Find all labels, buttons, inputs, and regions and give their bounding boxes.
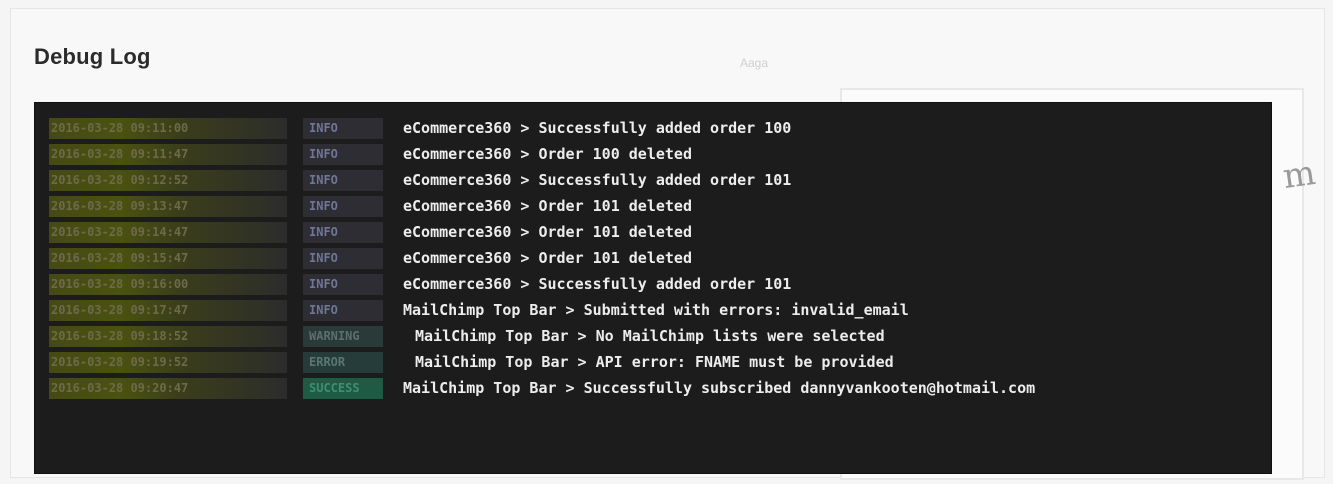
debug-log-title: Debug Log: [34, 44, 151, 69]
log-timestamp: 2016-03-28 09:11:00: [49, 118, 287, 139]
debug-log-console[interactable]: 2016-03-28 09:11:00 INFO eCommerce360 > Su…: [34, 102, 1272, 474]
log-message: MailChimp Top Bar > No MailChimp lists w…: [415, 327, 885, 345]
log-entry: 2016-03-28 09:11:00 INFO eCommerce360 > Su…: [35, 115, 1271, 141]
log-timestamp: 2016-03-28 09:18:52: [49, 326, 287, 347]
log-entry: 2016-03-28 09:15:47 INFO eCommerce360 > Or…: [35, 245, 1271, 271]
log-timestamp: 2016-03-28 09:13:47: [49, 196, 287, 217]
log-message: eCommerce360 > Order 101 deleted: [403, 249, 692, 267]
log-level-badge: INFO: [303, 222, 383, 243]
log-timestamp: 2016-03-28 09:11:47: [49, 144, 287, 165]
log-message: MailChimp Top Bar > API error: FNAME mus…: [415, 353, 894, 371]
log-entry: 2016-03-28 09:13:47 INFO eCommerce360 > Or…: [35, 193, 1271, 219]
log-message: eCommerce360 > Successfully added order …: [403, 275, 792, 293]
log-entry: 2016-03-28 09:16:00 INFO eCommerce360 > Su…: [35, 271, 1271, 297]
log-entry: 2016-03-28 09:18:52 WARNING MailChimp Top …: [35, 323, 1271, 349]
log-message: eCommerce360 > Successfully added order …: [403, 119, 792, 137]
log-timestamp: 2016-03-28 09:20:47: [49, 378, 287, 399]
log-level-badge: INFO: [303, 144, 383, 165]
log-timestamp: 2016-03-28 09:16:00: [49, 274, 287, 295]
background-side-glyph: m: [1280, 152, 1318, 198]
log-level-badge: INFO: [303, 170, 383, 191]
log-entry: 2016-03-28 09:20:47 SUCCESS MailChimp Top …: [35, 375, 1271, 401]
log-message: eCommerce360 > Successfully added order …: [403, 171, 792, 189]
log-message: MailChimp Top Bar > Successfully subscri…: [403, 379, 1036, 397]
log-message: eCommerce360 > Order 100 deleted: [403, 145, 692, 163]
log-level-badge: INFO: [303, 300, 383, 321]
log-timestamp: 2016-03-28 09:12:52: [49, 170, 287, 191]
log-timestamp: 2016-03-28 09:17:47: [49, 300, 287, 321]
background-faint-label: Aaga: [740, 56, 769, 70]
log-level-badge: INFO: [303, 274, 383, 295]
log-entry: 2016-03-28 09:14:47 INFO eCommerce360 > Or…: [35, 219, 1271, 245]
log-entry: 2016-03-28 09:11:47 INFO eCommerce360 > Or…: [35, 141, 1271, 167]
log-level-badge: ERROR: [303, 352, 383, 373]
log-level-badge: INFO: [303, 196, 383, 217]
log-entry: 2016-03-28 09:17:47 INFO MailChimp Top Bar…: [35, 297, 1271, 323]
log-message: eCommerce360 > Order 101 deleted: [403, 223, 692, 241]
log-entry-list: 2016-03-28 09:11:00 INFO eCommerce360 > Su…: [35, 115, 1271, 401]
log-timestamp: 2016-03-28 09:15:47: [49, 248, 287, 269]
log-entry: 2016-03-28 09:19:52 ERROR MailChimp Top Ba…: [35, 349, 1271, 375]
log-message: eCommerce360 > Order 101 deleted: [403, 197, 692, 215]
log-level-badge: SUCCESS: [303, 378, 383, 399]
log-message: MailChimp Top Bar > Submitted with error…: [403, 301, 909, 319]
log-level-badge: INFO: [303, 248, 383, 269]
log-level-badge: INFO: [303, 118, 383, 139]
log-timestamp: 2016-03-28 09:14:47: [49, 222, 287, 243]
log-entry: 2016-03-28 09:12:52 INFO eCommerce360 > Su…: [35, 167, 1271, 193]
log-timestamp: 2016-03-28 09:19:52: [49, 352, 287, 373]
log-level-badge: WARNING: [303, 326, 383, 347]
